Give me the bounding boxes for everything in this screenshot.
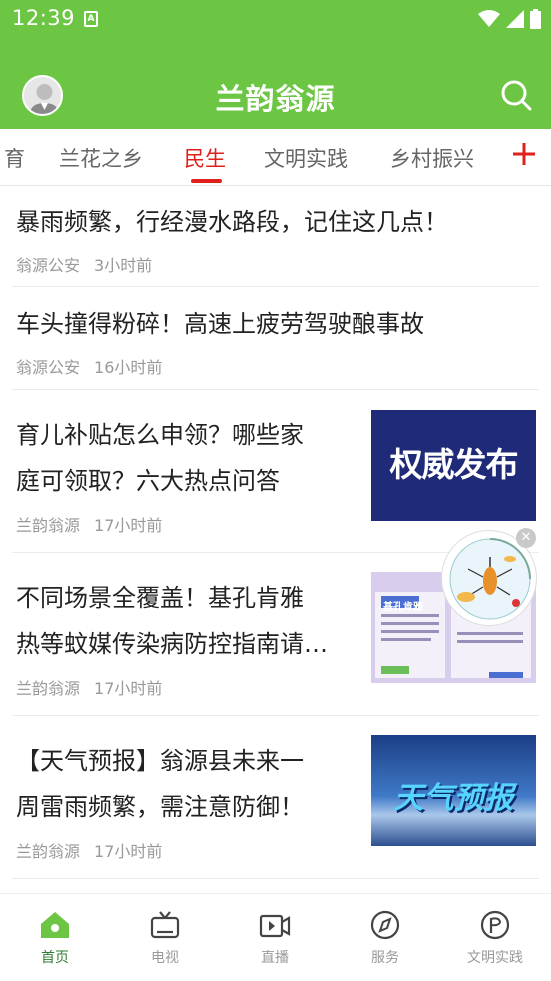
- news-item[interactable]: 车头撞得粉碎！高速上疲劳驾驶酿事故 翁源公安 16小时前: [0, 288, 551, 390]
- nav-label: 服务: [371, 950, 399, 966]
- news-title-line: 庭可领取？六大热点问答: [16, 467, 280, 495]
- divider: [12, 878, 539, 879]
- news-item[interactable]: 【天气预报】翁源县未来一 周雷雨频繁，需注意防御！ 兰韵翁源 17小时前 天气预报: [0, 716, 551, 879]
- nav-home[interactable]: 首页: [0, 910, 110, 967]
- news-time: 17小时前: [94, 842, 163, 861]
- tab-livelihood[interactable]: 民生: [184, 143, 226, 173]
- tab-civilization[interactable]: 文明实践: [264, 143, 348, 173]
- news-thumbnail: 天气预报: [371, 735, 536, 846]
- app-header: 兰韵翁源: [0, 40, 551, 129]
- thumbnail-caption: 基孔肯雅: [383, 602, 423, 613]
- nav-service[interactable]: 服务: [330, 910, 440, 967]
- tab-orchid-town[interactable]: 兰花之乡: [59, 143, 143, 173]
- status-icons: [478, 9, 541, 29]
- news-source: 翁源公安: [16, 358, 81, 377]
- nav-label: 首页: [41, 950, 69, 966]
- active-tab-indicator: [191, 179, 222, 183]
- news-meta: 兰韵翁源 17小时前: [16, 675, 162, 699]
- news-item[interactable]: 育儿补贴怎么申领？哪些家 庭可领取？六大热点问答 兰韵翁源 17小时前 权威发布: [0, 390, 551, 553]
- news-thumbnail: 权威发布: [371, 410, 536, 521]
- news-title-line: 不同场景全覆盖！基孔肯雅: [16, 584, 304, 612]
- bottom-nav: 首页 电视 直播 服务 文明实践: [0, 893, 551, 981]
- news-title: 不同场景全覆盖！基孔肯雅 热等蚊媒传染病防控指南请…: [16, 575, 328, 667]
- nav-live[interactable]: 直播: [220, 910, 330, 967]
- home-icon: [41, 912, 69, 938]
- search-icon[interactable]: [499, 78, 533, 112]
- thumbnail-caption: 天气预报: [393, 781, 514, 816]
- news-title-line: 周雷雨频繁，需注意防御！: [16, 793, 304, 821]
- nav-civilization[interactable]: 文明实践: [440, 910, 550, 967]
- notification-a-icon: A: [84, 11, 98, 27]
- news-source: 兰韵翁源: [16, 842, 81, 861]
- add-channel-icon[interactable]: [511, 141, 537, 167]
- news-title: 育儿补贴怎么申领？哪些家 庭可领取？六大热点问答: [16, 412, 304, 504]
- news-time: 16小时前: [94, 358, 163, 377]
- nav-tv[interactable]: 电视: [110, 910, 220, 967]
- tv-icon: [150, 911, 180, 939]
- news-meta: 兰韵翁源 17小时前: [16, 512, 162, 536]
- news-time: 17小时前: [94, 516, 163, 535]
- news-title-line: 育儿补贴怎么申领？哪些家: [16, 421, 304, 449]
- news-source: 翁源公安: [16, 256, 81, 275]
- wifi-icon: [478, 10, 500, 27]
- status-time: 12:39: [12, 6, 76, 30]
- news-source: 兰韵翁源: [16, 516, 81, 535]
- flag-icon: [480, 910, 510, 940]
- news-meta: 翁源公安 3小时前: [16, 252, 152, 276]
- signal-icon: [506, 10, 524, 28]
- tab-rural-revival[interactable]: 乡村振兴: [390, 143, 474, 173]
- news-title: 暴雨频繁，行经漫水路段，记住这几点！: [16, 208, 448, 236]
- nav-label: 直播: [261, 950, 289, 966]
- battery-icon: [530, 9, 541, 29]
- close-icon[interactable]: ✕: [516, 528, 536, 548]
- news-time: 3小时前: [94, 256, 153, 275]
- tab-edu[interactable]: 育: [4, 143, 25, 173]
- news-time: 17小时前: [94, 679, 163, 698]
- news-source: 兰韵翁源: [16, 679, 81, 698]
- category-tabs: 育 兰花之乡 民生 文明实践 乡村振兴: [0, 129, 551, 186]
- nav-label: 文明实践: [467, 950, 523, 966]
- news-title-line: 热等蚊媒传染病防控指南请…: [16, 630, 328, 658]
- news-meta: 兰韵翁源 17小时前: [16, 838, 162, 862]
- live-video-icon: [259, 914, 291, 938]
- compass-icon: [370, 910, 400, 940]
- news-title-line: 【天气预报】翁源县未来一: [16, 747, 304, 775]
- divider: [12, 286, 539, 287]
- page-title: 兰韵翁源: [215, 82, 336, 116]
- news-title: 【天气预报】翁源县未来一 周雷雨频繁，需注意防御！: [16, 738, 304, 830]
- news-title: 车头撞得粉碎！高速上疲劳驾驶酿事故: [16, 310, 424, 338]
- news-meta: 翁源公安 16小时前: [16, 354, 162, 378]
- news-item[interactable]: 暴雨频繁，行经漫水路段，记住这几点！ 翁源公安 3小时前: [0, 186, 551, 287]
- thumbnail-caption: 权威发布: [389, 445, 519, 484]
- nav-label: 电视: [151, 950, 179, 966]
- status-bar: 12:39 A: [0, 0, 551, 40]
